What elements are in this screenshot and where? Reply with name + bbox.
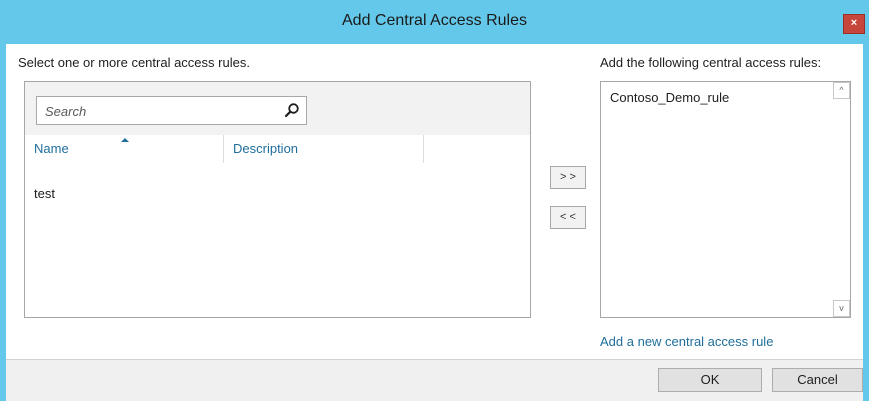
search-box[interactable] (36, 96, 307, 125)
available-rules-label: Select one or more central access rules. (18, 55, 250, 70)
dialog-window: Add Central Access Rules × Select one or… (0, 0, 869, 401)
available-rules-panel: Name Description test (24, 81, 531, 318)
search-input[interactable] (43, 101, 277, 122)
add-new-rule-link[interactable]: Add a new central access rule (600, 334, 773, 349)
selected-rule-name: Contoso_Demo_rule (610, 90, 730, 105)
dialog-title: Add Central Access Rules (342, 12, 527, 29)
column-header-description[interactable]: Description (224, 135, 424, 163)
close-button[interactable]: × (843, 14, 865, 34)
scroll-down-button[interactable]: v (833, 300, 850, 317)
column-header-name-label: Name (34, 141, 69, 156)
scroll-up-button[interactable]: ^ (833, 82, 850, 99)
selected-rules-list: Contoso_Demo_rule ^ v (600, 81, 851, 318)
search-area (25, 82, 530, 135)
cancel-button[interactable]: Cancel (772, 368, 863, 392)
selected-rules-label: Add the following central access rules: (600, 55, 822, 70)
list-item[interactable]: Contoso_Demo_rule (610, 90, 729, 105)
close-icon: × (850, 17, 858, 29)
search-icon[interactable] (284, 102, 300, 118)
vertical-scrollbar[interactable]: ^ v (833, 82, 850, 317)
column-header-description-label: Description (233, 141, 299, 156)
dialog-footer: OK Cancel (6, 359, 863, 401)
title-bar[interactable]: Add Central Access Rules × (0, 0, 869, 44)
scroll-down-icon: v (839, 303, 844, 313)
scroll-up-icon: ^ (839, 85, 844, 95)
ok-button[interactable]: OK (658, 368, 762, 392)
list-item-name: test (34, 186, 55, 201)
remove-selected-button[interactable]: < < (550, 206, 586, 229)
sort-ascending-icon (121, 138, 129, 142)
add-selected-button[interactable]: > > (550, 166, 586, 189)
list-item[interactable]: test (34, 186, 55, 201)
